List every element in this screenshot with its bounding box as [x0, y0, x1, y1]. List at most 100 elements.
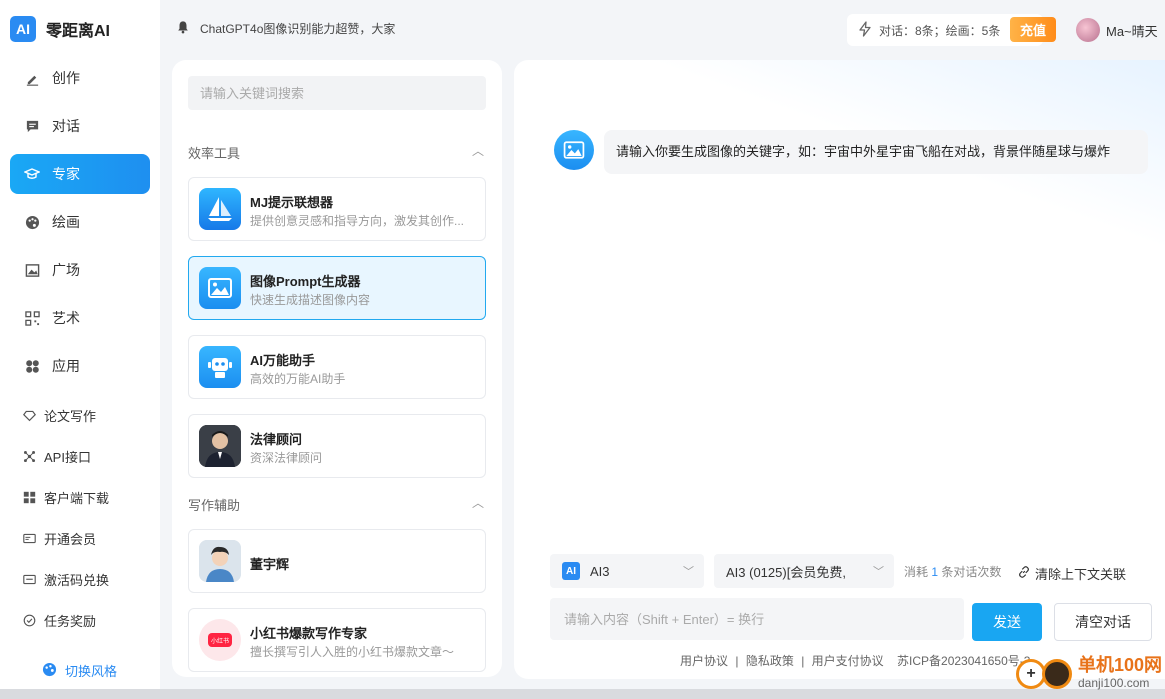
- clear-chat-button[interactable]: 清空对话: [1054, 603, 1152, 641]
- bot-message: 请输入你要生成图像的关键字，如：宇宙中外星宇宙飞船在对战，背景伴随星球与爆炸: [604, 130, 1148, 174]
- expert-card-name: AI万能助手: [250, 353, 316, 368]
- expert-card-desc: 快速生成描述图像内容: [250, 293, 371, 307]
- pen-icon: [24, 70, 40, 86]
- chat-icon: [24, 118, 40, 134]
- bot-avatar-icon: [554, 130, 594, 170]
- sidebar-item-label: 专家: [52, 166, 80, 182]
- watermark-url: danji100.com: [1078, 676, 1150, 690]
- link-icon: [1017, 565, 1031, 582]
- person-avatar-icon: [199, 540, 241, 582]
- graduation-cap-icon: [24, 166, 40, 182]
- sidebar-item-draw[interactable]: 绘画: [10, 202, 150, 242]
- sidebar-item-chat[interactable]: 对话: [10, 106, 150, 146]
- gift-icon: [22, 614, 36, 628]
- sidebar-item-square[interactable]: 广场: [10, 250, 150, 290]
- chevron-up-icon[interactable]: ︿: [472, 142, 484, 159]
- sidebar-item-art[interactable]: 艺术: [10, 298, 150, 338]
- payment-agreement-link[interactable]: 用户支付协议: [812, 654, 884, 668]
- app-name: 零距离AI: [46, 23, 111, 40]
- watermark-title: 单机100网: [1078, 655, 1163, 675]
- sidebar-item-label: 激活码兑换: [44, 573, 110, 588]
- sailboat-icon: [199, 188, 241, 230]
- image-icon: [24, 262, 40, 278]
- circle-logo-icon: [1042, 659, 1072, 689]
- expert-card-name: 董宇辉: [250, 557, 290, 572]
- consume-info: 消耗 1 条对话次数: [904, 563, 1001, 580]
- expert-card-desc: 资深法律顾问: [250, 451, 323, 465]
- footer-links: 用户协议 | 隐私政策 | 用户支付协议 苏ICP备2023041650号-3: [678, 652, 1032, 669]
- switch-style-button[interactable]: 切换风格: [42, 661, 117, 680]
- expert-card-xiaohongshu[interactable]: 小红书 小红书爆款写作专家 擅长撰写引人入胜的小红书爆款文章～: [188, 608, 486, 672]
- app-logo[interactable]: AI 零距离AI: [10, 16, 110, 42]
- expert-card-image-prompt[interactable]: 图像Prompt生成器 快速生成描述图像内容: [188, 256, 486, 320]
- qrcode-icon: [24, 310, 40, 326]
- sidebar-item-apps[interactable]: 应用: [10, 346, 150, 386]
- ticket-icon: [22, 573, 36, 587]
- sidebar-item-label: 广场: [52, 262, 80, 278]
- sidebar-item-create[interactable]: 创作: [10, 58, 150, 98]
- horizontal-scrollbar[interactable]: [0, 689, 1165, 699]
- sidebar-item-paper[interactable]: 论文写作: [22, 406, 96, 425]
- icp-link[interactable]: 苏ICP备2023041650号-3: [897, 654, 1030, 668]
- logo-badge: AI: [10, 16, 36, 42]
- chevron-down-icon: ﹀: [873, 566, 884, 578]
- expert-card-desc: 擅长撰写引人入胜的小红书爆款文章～: [250, 645, 455, 659]
- sidebar-item-tasks[interactable]: 任务奖励: [22, 611, 96, 630]
- clear-context-button[interactable]: 清除上下文关联: [1017, 564, 1126, 583]
- sidebar-item-label: 对话: [52, 118, 80, 134]
- expert-card-name: MJ提示联想器: [250, 195, 334, 210]
- expert-card-desc: 提供创意灵感和指导方向，激发其创作...: [250, 214, 465, 228]
- model-select[interactable]: AI AI3 ﹀: [550, 554, 704, 588]
- announcement-bar[interactable]: ChatGPT4o图像识别能力超赞，大家: [176, 20, 395, 37]
- section-title-efficiency: 效率工具: [188, 146, 241, 161]
- chat-input[interactable]: [550, 598, 964, 640]
- sidebar-item-expert[interactable]: 专家: [10, 154, 150, 194]
- picture-icon: [199, 267, 241, 309]
- expert-card-legal[interactable]: 法律顾问 资深法律顾问: [188, 414, 486, 478]
- expert-card-name: 法律顾问: [250, 432, 303, 447]
- expert-card-name: 图像Prompt生成器: [250, 274, 361, 289]
- expert-card-desc: 高效的万能AI助手: [250, 372, 346, 386]
- expert-card-mj[interactable]: MJ提示联想器 提供创意灵感和指导方向，激发其创作...: [188, 177, 486, 241]
- sidebar-item-label: 创作: [52, 70, 80, 86]
- user-agreement-link[interactable]: 用户协议: [680, 654, 728, 668]
- sidebar-item-vip[interactable]: 开通会员: [22, 529, 96, 548]
- sidebar-item-redeem[interactable]: 激活码兑换: [22, 570, 109, 589]
- sidebar: AI 零距离AI 创作 对话 专家 绘画 广场 艺术 应用 论文写作 API接口…: [0, 0, 160, 699]
- sidebar-item-download[interactable]: 客户端下载: [22, 488, 109, 507]
- chevron-down-icon: ﹀: [683, 566, 694, 578]
- api-icon: [22, 450, 36, 464]
- palette-icon: [42, 662, 57, 680]
- sidebar-item-label: 任务奖励: [44, 614, 97, 629]
- svg-text:小红书: 小红书: [211, 637, 229, 645]
- user-name: Ma~晴天: [1106, 23, 1158, 39]
- sidebar-item-api[interactable]: API接口: [22, 447, 91, 466]
- avatar: [1076, 18, 1100, 42]
- expert-panel: 效率工具 ︿ MJ提示联想器 提供创意灵感和指导方向，激发其创作... 图像Pr…: [172, 60, 502, 677]
- model-variant-select[interactable]: AI3 (0125)[会员免费, ﹀: [714, 554, 894, 588]
- consume-prefix: 消耗: [904, 565, 929, 579]
- privacy-policy-link[interactable]: 隐私政策: [746, 654, 794, 668]
- footer-separator: |: [735, 654, 739, 668]
- site-watermark: + 单机100网 danji100.com: [1016, 656, 1162, 692]
- recharge-button[interactable]: 充值: [1010, 17, 1056, 42]
- section-title-writing: 写作辅助: [188, 498, 241, 513]
- palette-icon: [24, 214, 40, 230]
- send-button[interactable]: 发送: [972, 603, 1042, 641]
- sidebar-item-label: 客户端下载: [44, 491, 110, 506]
- expert-card-name: 小红书爆款写作专家: [250, 626, 368, 641]
- expert-card-dong[interactable]: 董宇辉: [188, 529, 486, 593]
- expert-card-ai-assistant[interactable]: AI万能助手 高效的万能AI助手: [188, 335, 486, 399]
- windows-icon: [22, 491, 36, 505]
- lightning-icon: [857, 20, 873, 40]
- search-input[interactable]: [188, 76, 486, 110]
- vip-card-icon: [22, 532, 36, 546]
- sidebar-item-label: 艺术: [52, 310, 80, 326]
- sidebar-item-label: 绘画: [52, 214, 80, 230]
- chevron-up-icon[interactable]: ︿: [472, 494, 484, 511]
- consume-num: 1: [931, 565, 939, 579]
- sidebar-item-label: 开通会员: [44, 532, 97, 547]
- sidebar-item-label: 论文写作: [44, 409, 97, 424]
- consume-suffix: 条对话次数: [941, 565, 1002, 579]
- user-menu[interactable]: Ma~晴天: [1076, 18, 1158, 42]
